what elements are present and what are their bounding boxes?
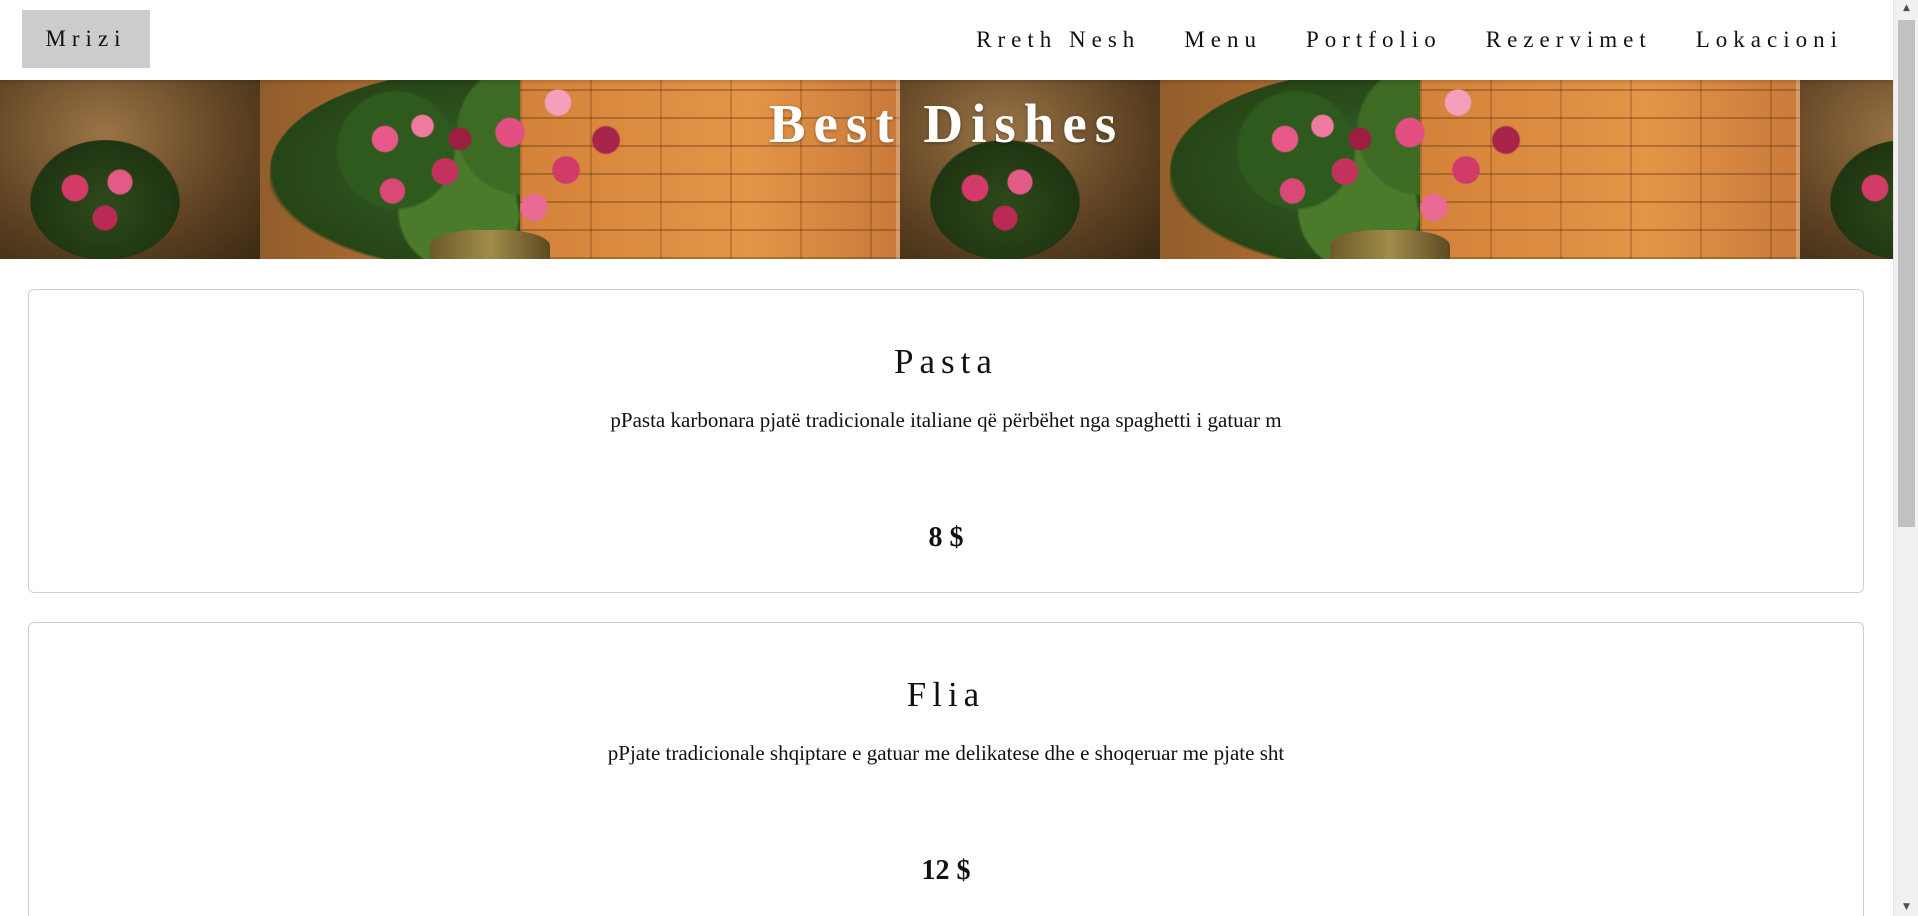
dish-price: 8 $	[928, 522, 964, 553]
dish-card: Pasta pPasta karbonara pjatë tradicional…	[28, 289, 1864, 593]
nav-item-menu[interactable]: Menu	[1184, 27, 1262, 53]
dish-description: pPasta karbonara pjatë tradicionale ital…	[610, 408, 1282, 432]
dish-card: Flia pPjate tradicionale shqiptare e gat…	[28, 622, 1864, 916]
hero-title: Best Dishes	[768, 93, 1125, 154]
dish-name: Flia	[906, 675, 986, 714]
nav-item-portfolio[interactable]: Portfolio	[1306, 27, 1442, 53]
scrollbar-thumb[interactable]	[1898, 20, 1915, 527]
dish-description: pPjate tradicionale shqiptare e gatuar m…	[607, 741, 1285, 765]
nav-item-lokacioni[interactable]: Lokacioni	[1696, 27, 1843, 53]
arrow-up-icon[interactable]: ▲	[1894, 0, 1918, 17]
nav-item-rezervimet[interactable]: Rezervimet	[1486, 27, 1652, 53]
hero-banner: Best Dishes	[0, 80, 1893, 259]
nav-item-rreth-nesh[interactable]: Rreth Nesh	[976, 27, 1140, 53]
arrow-down-icon[interactable]: ▼	[1894, 899, 1918, 916]
page-viewport: Mrizi Rreth Nesh Menu Portfolio Rezervim…	[0, 0, 1893, 916]
brand-logo-button[interactable]: Mrizi	[22, 10, 150, 68]
main-nav: Rreth Nesh Menu Portfolio Rezervimet Lok…	[932, 0, 1843, 80]
top-navigation-bar: Mrizi Rreth Nesh Menu Portfolio Rezervim…	[0, 0, 1893, 80]
dish-name: Pasta	[894, 342, 998, 381]
vertical-scrollbar[interactable]: ▲ ▼	[1893, 0, 1918, 916]
dish-price: 12 $	[921, 855, 971, 886]
